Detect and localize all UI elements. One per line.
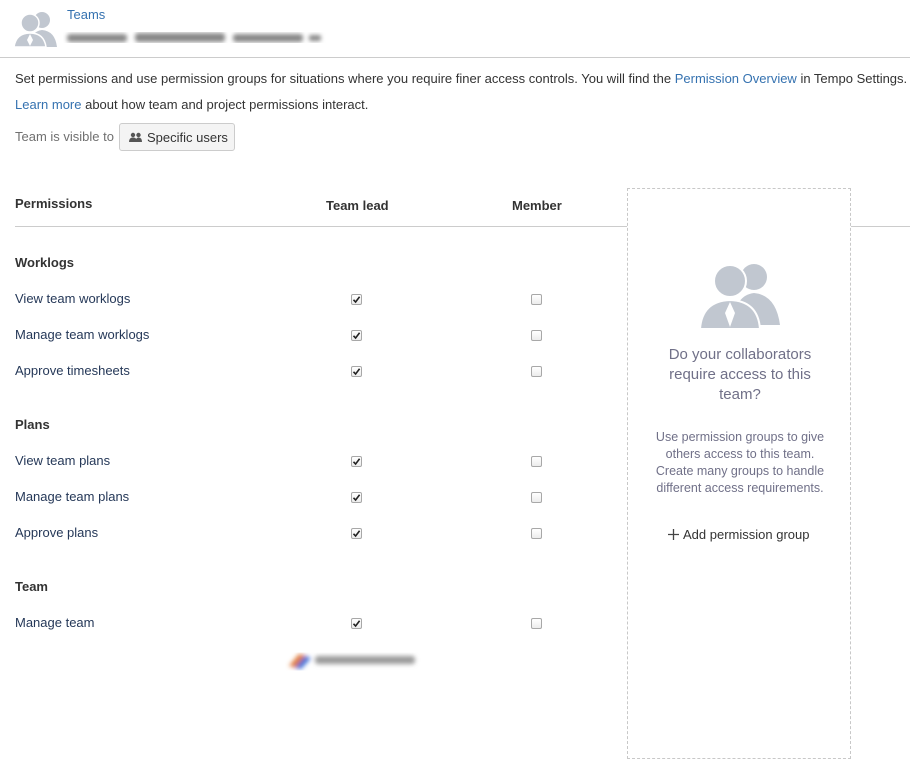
learn-more-text: about how team and project permissions i… <box>81 97 369 112</box>
permission-row: View team worklogs <box>15 291 575 311</box>
team-lead-checkbox[interactable] <box>351 366 362 377</box>
redacted-logo <box>289 654 415 669</box>
permission-overview-link[interactable]: Permission Overview <box>675 71 797 86</box>
member-checkbox[interactable] <box>531 618 542 629</box>
permission-label: View team plans <box>15 453 111 468</box>
team-lead-checkbox[interactable] <box>351 294 362 305</box>
section-title-worklogs: Worklogs <box>15 255 74 270</box>
team-lead-checkbox[interactable] <box>351 528 362 539</box>
breadcrumb-teams[interactable]: Teams <box>67 7 105 22</box>
member-checkbox[interactable] <box>531 330 542 341</box>
team-users-icon <box>698 264 780 329</box>
permission-row: Manage team <box>15 615 575 635</box>
column-header-team-lead: Team lead <box>326 198 389 213</box>
column-header-member: Member <box>512 198 562 213</box>
page-header: Teams <box>0 0 910 58</box>
visibility-specific-users-button[interactable]: Specific users <box>119 123 235 151</box>
intro-text-before: Set permissions and use permission group… <box>15 71 675 86</box>
panel-question: Do your collaborators require access to … <box>668 346 812 403</box>
team-lead-checkbox[interactable] <box>351 330 362 341</box>
panel-description: Use permission groups to give others acc… <box>655 430 825 495</box>
member-checkbox[interactable] <box>531 456 542 467</box>
member-checkbox[interactable] <box>531 366 542 377</box>
member-checkbox[interactable] <box>531 294 542 305</box>
team-lead-checkbox[interactable] <box>351 456 362 467</box>
learn-more-link[interactable]: Learn more <box>15 97 81 112</box>
team-lead-checkbox[interactable] <box>351 618 362 629</box>
add-permission-group-label: Add permission group <box>683 527 810 542</box>
column-header-permissions: Permissions <box>15 196 93 211</box>
permission-label: Approve timesheets <box>15 363 130 378</box>
permission-row: Approve timesheets <box>15 363 575 383</box>
add-permission-group-button[interactable]: Add permission group <box>668 527 812 542</box>
permission-label: Manage team plans <box>15 489 130 504</box>
learn-more-line: Learn more about how team and project pe… <box>15 97 368 112</box>
permission-row: Approve plans <box>15 525 575 545</box>
section-title-plans: Plans <box>15 417 50 432</box>
plus-icon <box>668 529 679 540</box>
users-icon <box>129 132 142 142</box>
permission-row: View team plans <box>15 453 575 473</box>
visibility-label: Team is visible to <box>15 129 114 144</box>
team-lead-checkbox[interactable] <box>351 492 362 503</box>
permission-row: Manage team plans <box>15 489 575 509</box>
member-checkbox[interactable] <box>531 492 542 503</box>
team-avatar-icon <box>13 12 57 47</box>
permission-label: View team worklogs <box>15 291 131 306</box>
permission-label: Manage team <box>15 615 95 630</box>
intro-text-after: in Tempo Settings. <box>796 71 908 86</box>
team-name-redacted <box>67 33 321 42</box>
permission-label: Approve plans <box>15 525 99 540</box>
intro-text: Set permissions and use permission group… <box>15 71 907 86</box>
permission-row: Manage team worklogs <box>15 327 575 347</box>
member-checkbox[interactable] <box>531 528 542 539</box>
section-title-team: Team <box>15 579 48 594</box>
visibility-button-label: Specific users <box>147 129 228 145</box>
permission-groups-panel: Do your collaborators require access to … <box>627 188 851 759</box>
permission-label: Manage team worklogs <box>15 327 150 342</box>
